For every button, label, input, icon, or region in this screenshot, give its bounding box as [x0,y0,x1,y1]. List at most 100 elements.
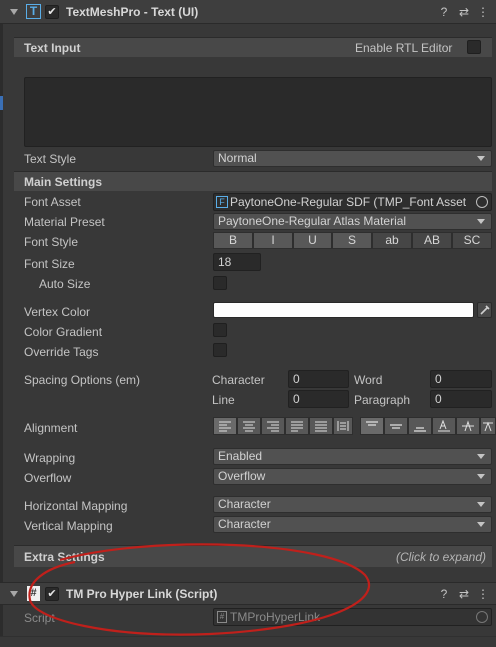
hyperlink-enabled-checkbox[interactable]: ✔ [45,587,59,601]
foldout-arrow-icon[interactable] [10,591,18,597]
section-main-settings: Main Settings [14,171,492,191]
font-asset-icon: F [216,196,228,208]
font-size-field[interactable]: 18 [213,253,261,271]
align-middle-button[interactable] [384,417,408,435]
chevron-down-icon [477,502,485,507]
foldout-arrow-icon[interactable] [10,9,18,15]
text-style-label: Text Style [24,152,77,166]
script-label: Script [24,611,55,625]
font-style-label: Font Style [24,235,79,249]
context-menu-icon[interactable]: ⋮ [476,587,490,601]
section-title-main-settings: Main Settings [24,175,103,189]
font-style-lowercase-button[interactable]: ab [372,232,412,249]
help-icon[interactable]: ? [437,587,451,601]
align-top-icon [366,421,378,426]
rtl-editor-label: Enable RTL Editor [355,41,453,55]
align-center-button[interactable] [237,417,261,435]
left-edge-selection-marker [0,96,3,110]
vertical-mapping-dropdown[interactable]: Character [213,516,492,533]
overflow-dropdown[interactable]: Overflow [213,468,492,485]
wrapping-label: Wrapping [24,451,76,465]
font-style-italic-button[interactable]: I [253,232,293,249]
chevron-down-icon [477,156,485,161]
align-midline-button[interactable] [456,417,480,435]
override-tags-label: Override Tags [24,345,99,359]
component-enabled-checkbox[interactable]: ✔ [45,5,59,19]
spacing-options-label: Spacing Options (em) [24,373,141,387]
align-midline-icon [462,420,474,432]
horizontal-mapping-value: Character [218,497,271,511]
chevron-down-icon [477,474,485,479]
wrapping-value: Enabled [218,449,263,463]
rtl-editor-toggle[interactable] [467,40,481,54]
align-flush-button[interactable] [309,417,333,435]
align-right-icon [267,421,279,432]
font-style-smallcaps-button[interactable]: SC [452,232,492,249]
vertex-color-label: Vertex Color [24,305,91,319]
vertical-mapping-value: Character [218,517,271,531]
font-style-strikethrough-button[interactable]: S [332,232,372,249]
wrapping-dropdown[interactable]: Enabled [213,448,492,465]
extra-settings-hint: (Click to expand) [395,550,486,564]
align-left-icon [219,421,231,432]
overflow-label: Overflow [24,471,72,485]
alignment-label: Alignment [24,421,78,435]
script-value: TMProHyperLink [230,610,321,624]
color-gradient-toggle[interactable] [213,323,227,337]
align-top-button[interactable] [360,417,384,435]
auto-size-toggle[interactable] [213,276,227,290]
word-spacing-field[interactable]: 0 [430,370,492,388]
override-tags-toggle[interactable] [213,343,227,357]
align-left-button[interactable] [213,417,237,435]
component-title: TextMeshPro - Text (UI) [66,5,199,19]
eyedropper-icon[interactable] [477,302,492,318]
align-bottom-button[interactable] [408,417,432,435]
context-menu-icon[interactable]: ⋮ [476,5,490,19]
font-style-bold-button[interactable]: B [213,232,253,249]
align-geometry-icon [337,421,349,431]
vertical-mapping-label: Vertical Mapping [24,519,113,533]
line-spacing-label: Line [212,393,235,407]
align-justified-icon [291,421,303,432]
section-title-text-input: Text Input [24,41,81,55]
text-input-area[interactable] [24,77,492,147]
character-spacing-field[interactable]: 0 [288,370,349,388]
align-flush-icon [315,421,327,432]
object-picker-icon [476,611,488,623]
auto-size-label: Auto Size [39,277,91,291]
overflow-value: Overflow [218,469,266,483]
align-bottom-icon [414,427,426,432]
align-middle-icon [390,424,402,429]
vertex-color-swatch[interactable] [213,302,474,318]
help-icon[interactable]: ? [437,5,451,19]
section-extra-settings[interactable]: Extra Settings (Click to expand) [14,545,492,567]
material-preset-dropdown[interactable]: PaytoneOne-Regular Atlas Material [213,213,492,230]
script-icon: # [27,586,40,601]
preset-settings-icon[interactable]: ⇄ [457,587,471,601]
font-asset-label: Font Asset [24,195,81,209]
align-justified-button[interactable] [285,417,309,435]
horizontal-mapping-dropdown[interactable]: Character [213,496,492,513]
section-text-input: Text Input Enable RTL Editor [14,37,492,57]
text-style-dropdown[interactable]: Normal [213,150,492,167]
paragraph-spacing-field[interactable]: 0 [430,390,492,408]
font-style-uppercase-button[interactable]: AB [412,232,452,249]
font-asset-field[interactable]: F PaytoneOne-Regular SDF (TMP_Font Asset [213,193,492,211]
chevron-down-icon [477,522,485,527]
align-baseline-icon [438,419,450,432]
character-spacing-label: Character [212,373,265,387]
preset-settings-icon[interactable]: ⇄ [457,5,471,19]
align-capline-button[interactable] [480,417,496,435]
horizontal-mapping-label: Horizontal Mapping [24,499,128,513]
font-asset-value: PaytoneOne-Regular SDF (TMP_Font Asset [230,195,467,209]
align-geometry-center-button[interactable] [333,417,353,435]
material-preset-value: PaytoneOne-Regular Atlas Material [218,214,407,228]
align-baseline-button[interactable] [432,417,456,435]
line-spacing-field[interactable]: 0 [288,390,349,408]
align-right-button[interactable] [261,417,285,435]
text-style-value: Normal [218,151,257,165]
chevron-down-icon [477,219,485,224]
object-picker-icon[interactable] [476,196,488,208]
paragraph-spacing-label: Paragraph [354,393,411,407]
font-style-underline-button[interactable]: U [293,232,332,249]
